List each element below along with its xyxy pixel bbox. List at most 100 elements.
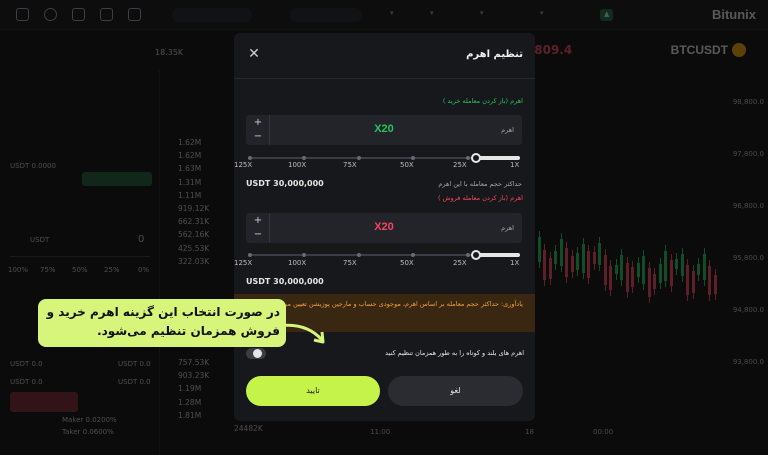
- buy-leverage-label: اهرم (باز کردن معامله خرید ): [442, 97, 523, 105]
- orderbook-row[interactable]: 1.11M: [178, 191, 201, 200]
- tick-125x[interactable]: 125X: [234, 259, 252, 267]
- buy-tab-button[interactable]: [82, 172, 152, 186]
- orderbook-row[interactable]: 1.31M: [178, 178, 201, 187]
- candle: [647, 268, 651, 297]
- candle: [554, 251, 557, 265]
- candle: [658, 264, 662, 284]
- sell-leverage-input[interactable]: + − X20 اهرم: [246, 213, 522, 243]
- percent-50[interactable]: 50%: [72, 266, 88, 274]
- tick-1x[interactable]: 1X: [510, 161, 519, 169]
- maker-fee: Maker 0.0200%: [62, 416, 117, 424]
- candle: [691, 270, 695, 294]
- menu-icon[interactable]: [16, 8, 29, 21]
- candle: [653, 273, 656, 289]
- tick-50x[interactable]: 50X: [400, 259, 414, 267]
- price-axis-tick: 97,800.0: [732, 150, 764, 158]
- buy-max-row: USDT 30,000,000 حداکثر حجم معامله با این…: [246, 179, 522, 191]
- candle: [603, 254, 607, 285]
- top-bar: Bitunix ▾ ▾ ▾ ▾ ▲: [0, 0, 768, 30]
- orderbook-row[interactable]: 322.03K: [178, 257, 209, 266]
- orderbook-row[interactable]: 1.19M: [178, 384, 201, 393]
- orderbook-row[interactable]: 662.31K: [178, 217, 209, 226]
- tutorial-callout: در صورت انتخاب این گزینه اهرم خرید و فرو…: [38, 299, 286, 347]
- slider-tick-dot: [248, 253, 252, 257]
- candle: [537, 237, 541, 262]
- nav-menu-4[interactable]: ▾: [540, 9, 544, 17]
- buy-leverage-input[interactable]: + − X20 اهرم: [246, 115, 522, 145]
- percent-slider[interactable]: [10, 256, 150, 257]
- orderbook-row[interactable]: 425.53K: [178, 244, 209, 253]
- percent-25[interactable]: 25%: [104, 266, 120, 274]
- account-pill[interactable]: [172, 8, 252, 22]
- candle: [587, 251, 590, 278]
- candle: [680, 253, 684, 277]
- candle: [642, 255, 645, 284]
- orderbook-row[interactable]: 1.63M: [178, 164, 201, 173]
- price-axis-tick: 93,800.0: [732, 358, 764, 366]
- candle: [636, 262, 640, 277]
- nav-menu-1[interactable]: ▾: [390, 9, 394, 17]
- candle: [686, 264, 689, 295]
- candle: [581, 243, 585, 273]
- tick-75x[interactable]: 75X: [343, 259, 357, 267]
- order-form-panel: USDT 0.0000 USDT 0 100% 75% 50% 25% 0% U…: [0, 70, 160, 455]
- orderbook-row[interactable]: 919.12K: [178, 204, 209, 213]
- candle: [664, 251, 667, 281]
- sell-button[interactable]: [10, 392, 78, 412]
- price-axis-tick: 94,800.0: [732, 306, 764, 314]
- orderbook-row[interactable]: 1.62M: [178, 151, 201, 160]
- orderbook-row[interactable]: 903.23K: [178, 371, 209, 380]
- tick-100x[interactable]: 100X: [288, 259, 306, 267]
- promo-badge: ▲: [600, 9, 614, 21]
- tick-50x[interactable]: 50X: [400, 161, 414, 169]
- x-tick-2: 18: [525, 428, 534, 436]
- price-axis-tick: 95,800.0: [732, 254, 764, 262]
- candle: [570, 255, 574, 273]
- cancel-button[interactable]: لغو: [388, 376, 523, 406]
- orderbook-row[interactable]: 1.81M: [178, 411, 201, 420]
- price-axis-tick: 98,800.0: [732, 98, 764, 106]
- tick-25x[interactable]: 25X: [453, 161, 467, 169]
- nav-menu-3[interactable]: ▾: [480, 9, 484, 17]
- close-icon[interactable]: ✕: [247, 47, 261, 61]
- tick-1x[interactable]: 1X: [510, 259, 519, 267]
- percent-0[interactable]: 0%: [138, 266, 149, 274]
- wallet-icon[interactable]: [100, 8, 113, 21]
- x-tick-1: 11:00: [370, 428, 391, 436]
- sell-leverage-label: اهرم (باز کردن معامله فروش ): [437, 194, 523, 202]
- promo-pill[interactable]: [290, 8, 362, 22]
- nav-menu-2[interactable]: ▾: [430, 9, 434, 17]
- orderbook-row[interactable]: 562.16K: [178, 230, 209, 239]
- callout-arrow-icon: [277, 323, 325, 344]
- qty-input[interactable]: 0: [138, 234, 144, 245]
- sync-leverage-toggle[interactable]: [246, 348, 266, 359]
- percent-100[interactable]: 100%: [8, 266, 28, 274]
- candle: [620, 255, 623, 281]
- tick-25x[interactable]: 25X: [453, 259, 467, 267]
- user-icon[interactable]: [72, 8, 85, 21]
- download-icon[interactable]: [128, 8, 141, 21]
- modal-header: تنظیم اهرم ✕: [234, 33, 535, 79]
- slider-tick-dot: [411, 253, 415, 257]
- orderbook-row[interactable]: 757.53K: [178, 358, 209, 367]
- tick-100x[interactable]: 100X: [288, 161, 306, 169]
- pair-symbol[interactable]: BTCUSDT: [671, 43, 728, 57]
- qty-unit: USDT: [30, 236, 50, 244]
- balance-value: USDT 0.0000: [10, 162, 56, 170]
- tick-75x[interactable]: 75X: [343, 161, 357, 169]
- buy-max-caption: حداکثر حجم معامله با این اهرم: [438, 180, 522, 188]
- bell-icon[interactable]: [44, 8, 57, 21]
- tick-125x[interactable]: 125X: [234, 161, 252, 169]
- confirm-button[interactable]: تایید: [246, 376, 380, 406]
- cost-sell: USDT 0.0: [118, 360, 151, 368]
- percent-75[interactable]: 75%: [40, 266, 56, 274]
- sell-leverage-ticks: 125X 100X 75X 50X 25X 1X: [234, 259, 535, 269]
- sync-leverage-label[interactable]: اهرم های بلند و کوتاه را به طور همزمان ت…: [385, 349, 524, 357]
- slider-tick-dot: [466, 156, 470, 160]
- brand-logo[interactable]: Bitunix: [712, 7, 756, 22]
- sell-leverage-caption: اهرم: [501, 224, 514, 232]
- orderbook-row[interactable]: 1.28M: [178, 398, 201, 407]
- buy-max-value: USDT 30,000,000: [246, 179, 324, 188]
- price-axis: 98,800.0 97,800.0 96,800.0 95,800.0 94,800.0…: [728, 96, 768, 426]
- orderbook-row[interactable]: 1.62M: [178, 138, 201, 147]
